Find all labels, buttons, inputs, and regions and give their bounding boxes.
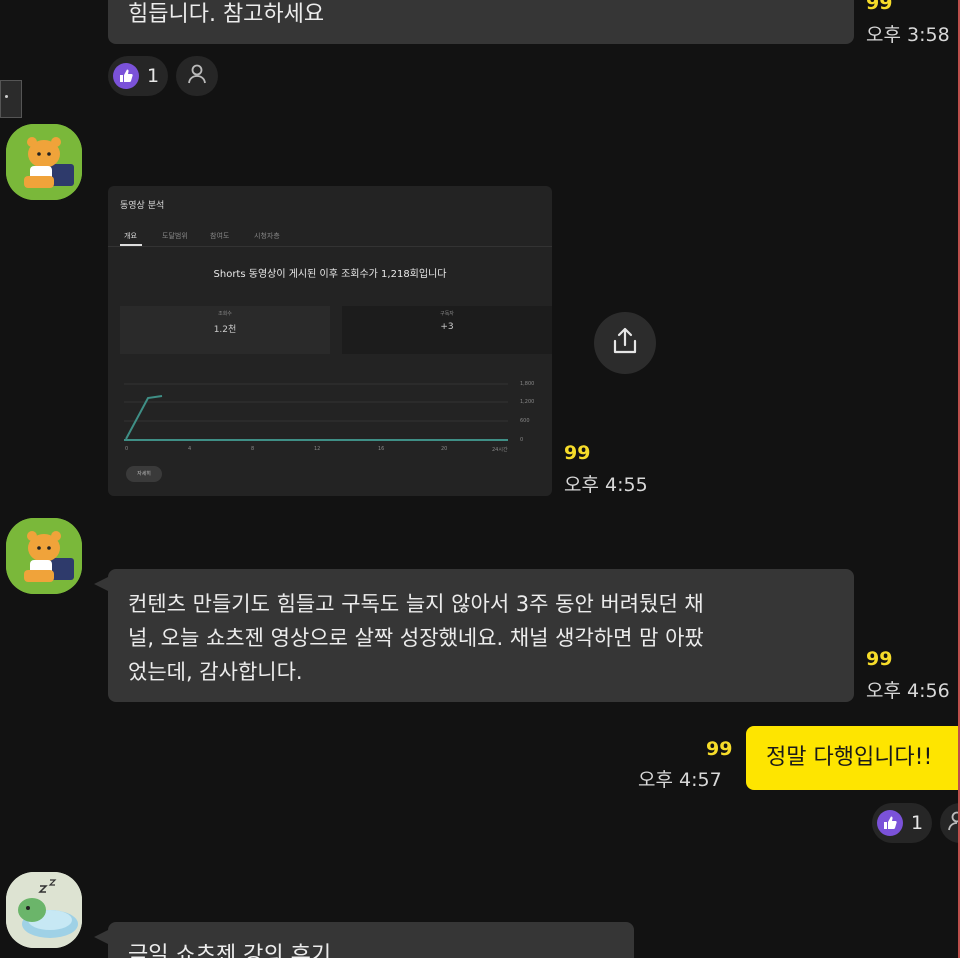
reaction-count: 1	[146, 65, 160, 87]
unread-count: 99	[866, 0, 893, 14]
like-reaction[interactable]: 1	[872, 803, 932, 843]
y-tick: 1,800	[520, 381, 535, 387]
add-reaction-button[interactable]	[176, 56, 218, 96]
message-time: 오후 3:58	[866, 24, 950, 46]
message-bubble-3[interactable]: 컨텐츠 만들기도 힘들고 구독도 늘지 않아서 3주 동안 버려뒀던 채 널, …	[108, 569, 854, 702]
message-time: 오후 4:56	[866, 680, 950, 702]
message-text: 금일 쇼츠젠 강의 후기	[128, 943, 332, 958]
screenshot-title: 동영상 분석	[120, 201, 165, 211]
message-line: 널, 오늘 쇼츠젠 영상으로 살짝 성장했네요. 채널 생각하면 맘 아팠	[128, 626, 704, 650]
screenshot-more-button: 자세히	[126, 466, 162, 482]
screenshot-tab: 개요	[124, 232, 137, 240]
analytics-screenshot-image[interactable]: 동영상 분석 개요 도달범위 참여도 시청자층 Shorts 동영상이 게시된 …	[108, 186, 552, 496]
reaction-count: 1	[910, 812, 924, 834]
tooltip-fragment	[0, 80, 22, 118]
message-line: 컨텐츠 만들기도 힘들고 구독도 늘지 않아서 3주 동안 버려뒀던 채	[128, 592, 704, 616]
x-tick: 16	[378, 446, 385, 452]
unread-count: 99	[866, 648, 893, 670]
message-bubble-1[interactable]: 힘듭니다. 참고하세요	[108, 0, 854, 44]
person-icon	[186, 63, 208, 89]
x-tick: 12	[314, 446, 321, 452]
stat-label: 조회수	[218, 311, 232, 317]
screenshot-tab: 참여도	[210, 232, 230, 240]
thumbs-up-icon	[876, 810, 903, 836]
stat-value: 1.2천	[213, 325, 237, 335]
message-time: 오후 4:57	[638, 769, 722, 791]
screenshot-headline: Shorts 동영상이 게시된 이후 조회수가 1,218회입니다	[213, 269, 447, 280]
my-message-bubble[interactable]: 정말 다행입니다!!	[746, 726, 960, 790]
message-text: 힘듭니다. 참고하세요	[128, 2, 325, 27]
y-tick: 1,200	[520, 399, 535, 405]
message-time: 오후 4:55	[564, 474, 648, 496]
x-tick: 8	[251, 446, 255, 452]
y-tick: 600	[520, 418, 530, 424]
sender-avatar[interactable]	[6, 518, 82, 594]
like-reaction[interactable]: 1	[108, 56, 168, 96]
y-tick: 0	[520, 437, 524, 443]
thumbs-up-icon	[112, 63, 139, 89]
x-tick: 0	[125, 446, 129, 452]
share-icon	[609, 325, 641, 361]
add-reaction-button[interactable]	[940, 803, 960, 843]
x-tick: 24시간	[492, 447, 508, 453]
screenshot-tab: 시청자층	[254, 232, 280, 240]
message-bubble-5[interactable]: 금일 쇼츠젠 강의 후기	[108, 922, 634, 958]
views-line-chart	[124, 383, 508, 441]
unread-count: 99	[564, 442, 591, 464]
sender-avatar[interactable]	[6, 124, 82, 200]
x-tick: 20	[441, 446, 448, 452]
unread-count: 99	[706, 738, 733, 760]
message-line: 었는데, 감사합니다.	[128, 660, 303, 684]
stat-label: 구독자	[440, 311, 454, 317]
message-text: 정말 다행입니다!!	[766, 745, 933, 770]
x-tick: 4	[188, 446, 192, 452]
stat-value: +3	[440, 322, 454, 332]
share-button[interactable]	[594, 312, 656, 374]
screenshot-tab: 도달범위	[162, 232, 188, 240]
sender-avatar[interactable]	[6, 872, 82, 948]
